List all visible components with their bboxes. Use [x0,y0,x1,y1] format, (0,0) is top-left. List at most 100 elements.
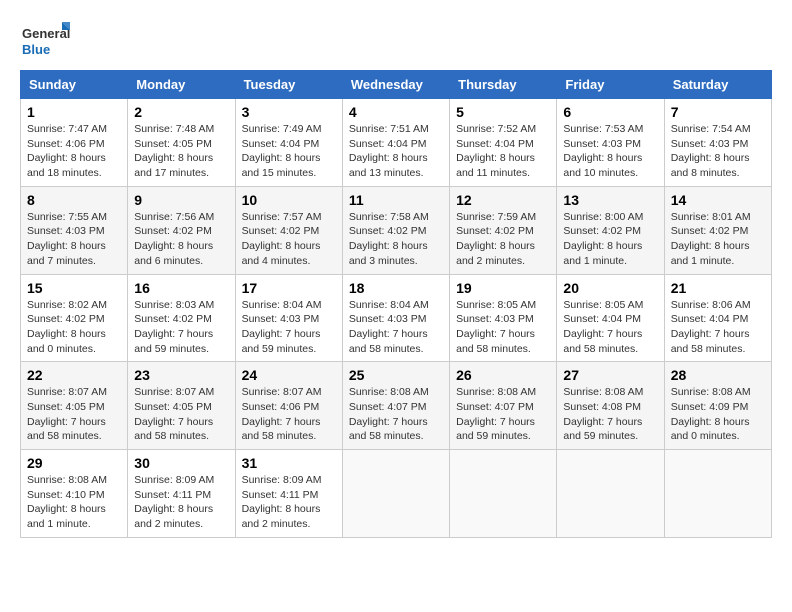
calendar-cell: 26 Sunrise: 8:08 AMSunset: 4:07 PMDayligh… [450,362,557,450]
calendar-cell: 14Sunrise: 8:01 AMSunset: 4:02 PMDayligh… [664,186,771,274]
calendar-cell: 15Sunrise: 8:02 AMSunset: 4:02 PMDayligh… [21,274,128,362]
day-detail: Sunrise: 7:55 AMSunset: 4:03 PMDaylight:… [27,210,121,269]
header-sunday: Sunday [21,71,128,99]
day-detail: Sunrise: 8:05 AMSunset: 4:04 PMDaylight:… [563,298,657,357]
header-monday: Monday [128,71,235,99]
logo: General Blue [20,20,70,60]
day-number: 23 [134,367,228,383]
svg-text:Blue: Blue [22,42,50,57]
header-wednesday: Wednesday [342,71,449,99]
day-detail: Sunrise: 8:02 AMSunset: 4:02 PMDaylight:… [27,298,121,357]
day-number: 7 [671,104,765,120]
day-number: 30 [134,455,228,471]
day-number: 20 [563,280,657,296]
day-detail: Sunrise: 7:56 AMSunset: 4:02 PMDaylight:… [134,210,228,269]
calendar-cell: 5 Sunrise: 7:52 AMSunset: 4:04 PMDaylight… [450,99,557,187]
calendar-week-row: 1Sunrise: 7:47 AMSunset: 4:06 PMDaylight… [21,99,772,187]
calendar-cell: 24 Sunrise: 8:07 AMSunset: 4:06 PMDayligh… [235,362,342,450]
day-detail: Sunrise: 8:07 AMSunset: 4:06 PMDaylight:… [242,385,336,444]
calendar-cell: 18Sunrise: 8:04 AMSunset: 4:03 PMDayligh… [342,274,449,362]
day-number: 11 [349,192,443,208]
calendar-cell: 8Sunrise: 7:55 AMSunset: 4:03 PMDaylight… [21,186,128,274]
day-number: 10 [242,192,336,208]
day-detail: Sunrise: 8:03 AMSunset: 4:02 PMDaylight:… [134,298,228,357]
day-detail: Sunrise: 7:53 AMSunset: 4:03 PMDaylight:… [563,122,657,181]
day-number: 6 [563,104,657,120]
day-detail: Sunrise: 7:58 AMSunset: 4:02 PMDaylight:… [349,210,443,269]
calendar-week-row: 22 Sunrise: 8:07 AMSunset: 4:05 PMDayligh… [21,362,772,450]
calendar-week-row: 15Sunrise: 8:02 AMSunset: 4:02 PMDayligh… [21,274,772,362]
day-number: 26 [456,367,550,383]
calendar-cell: 27 Sunrise: 8:08 AMSunset: 4:08 PMDayligh… [557,362,664,450]
day-number: 5 [456,104,550,120]
header-thursday: Thursday [450,71,557,99]
calendar-cell: 23 Sunrise: 8:07 AMSunset: 4:05 PMDayligh… [128,362,235,450]
day-number: 31 [242,455,336,471]
day-number: 17 [242,280,336,296]
day-number: 28 [671,367,765,383]
day-detail: Sunrise: 7:57 AMSunset: 4:02 PMDaylight:… [242,210,336,269]
day-detail: Sunrise: 7:59 AMSunset: 4:02 PMDaylight:… [456,210,550,269]
day-detail: Sunrise: 8:09 AMSunset: 4:11 PMDaylight:… [242,473,336,532]
day-number: 16 [134,280,228,296]
day-detail: Sunrise: 8:09 AMSunset: 4:11 PMDaylight:… [134,473,228,532]
calendar-cell: 30 Sunrise: 8:09 AMSunset: 4:11 PMDayligh… [128,450,235,538]
calendar-cell: 19Sunrise: 8:05 AMSunset: 4:03 PMDayligh… [450,274,557,362]
page-header: General Blue [20,20,772,60]
calendar-cell: 1Sunrise: 7:47 AMSunset: 4:06 PMDaylight… [21,99,128,187]
day-detail: Sunrise: 8:08 AMSunset: 4:08 PMDaylight:… [563,385,657,444]
day-number: 25 [349,367,443,383]
calendar-cell: 11 Sunrise: 7:58 AMSunset: 4:02 PMDayligh… [342,186,449,274]
day-detail: Sunrise: 8:06 AMSunset: 4:04 PMDaylight:… [671,298,765,357]
day-number: 2 [134,104,228,120]
calendar-cell: 10 Sunrise: 7:57 AMSunset: 4:02 PMDayligh… [235,186,342,274]
calendar-cell [450,450,557,538]
calendar-cell: 28 Sunrise: 8:08 AMSunset: 4:09 PMDayligh… [664,362,771,450]
day-detail: Sunrise: 7:54 AMSunset: 4:03 PMDaylight:… [671,122,765,181]
calendar-cell: 21 Sunrise: 8:06 AMSunset: 4:04 PMDayligh… [664,274,771,362]
calendar-cell: 20 Sunrise: 8:05 AMSunset: 4:04 PMDayligh… [557,274,664,362]
day-number: 29 [27,455,121,471]
logo-svg: General Blue [20,20,70,60]
day-detail: Sunrise: 7:49 AMSunset: 4:04 PMDaylight:… [242,122,336,181]
day-number: 4 [349,104,443,120]
day-number: 22 [27,367,121,383]
calendar-cell: 16 Sunrise: 8:03 AMSunset: 4:02 PMDayligh… [128,274,235,362]
calendar-cell: 22Sunrise: 8:07 AMSunset: 4:05 PMDayligh… [21,362,128,450]
calendar-cell: 4Sunrise: 7:51 AMSunset: 4:04 PMDaylight… [342,99,449,187]
calendar-cell: 3 Sunrise: 7:49 AMSunset: 4:04 PMDaylight… [235,99,342,187]
day-detail: Sunrise: 7:52 AMSunset: 4:04 PMDaylight:… [456,122,550,181]
day-number: 27 [563,367,657,383]
calendar-cell: 29 Sunrise: 8:08 AMSunset: 4:10 PMDayligh… [21,450,128,538]
day-detail: Sunrise: 7:48 AMSunset: 4:05 PMDaylight:… [134,122,228,181]
day-number: 1 [27,104,121,120]
calendar-cell [664,450,771,538]
day-number: 19 [456,280,550,296]
header-saturday: Saturday [664,71,771,99]
day-number: 3 [242,104,336,120]
header-tuesday: Tuesday [235,71,342,99]
calendar-cell [342,450,449,538]
day-detail: Sunrise: 8:08 AMSunset: 4:07 PMDaylight:… [349,385,443,444]
header-friday: Friday [557,71,664,99]
day-detail: Sunrise: 8:07 AMSunset: 4:05 PMDaylight:… [134,385,228,444]
day-detail: Sunrise: 8:04 AMSunset: 4:03 PMDaylight:… [349,298,443,357]
day-detail: Sunrise: 8:08 AMSunset: 4:10 PMDaylight:… [27,473,121,532]
calendar-cell: 25 Sunrise: 8:08 AMSunset: 4:07 PMDayligh… [342,362,449,450]
calendar-week-row: 8Sunrise: 7:55 AMSunset: 4:03 PMDaylight… [21,186,772,274]
day-number: 9 [134,192,228,208]
day-number: 14 [671,192,765,208]
day-detail: Sunrise: 8:00 AMSunset: 4:02 PMDaylight:… [563,210,657,269]
day-number: 12 [456,192,550,208]
calendar-cell: 2 Sunrise: 7:48 AMSunset: 4:05 PMDaylight… [128,99,235,187]
calendar-cell: 6 Sunrise: 7:53 AMSunset: 4:03 PMDaylight… [557,99,664,187]
day-number: 21 [671,280,765,296]
calendar-table: SundayMondayTuesdayWednesdayThursdayFrid… [20,70,772,538]
day-detail: Sunrise: 8:08 AMSunset: 4:07 PMDaylight:… [456,385,550,444]
day-number: 24 [242,367,336,383]
calendar-cell: 7 Sunrise: 7:54 AMSunset: 4:03 PMDaylight… [664,99,771,187]
day-number: 13 [563,192,657,208]
day-detail: Sunrise: 8:08 AMSunset: 4:09 PMDaylight:… [671,385,765,444]
calendar-cell: 31 Sunrise: 8:09 AMSunset: 4:11 PMDayligh… [235,450,342,538]
calendar-cell [557,450,664,538]
